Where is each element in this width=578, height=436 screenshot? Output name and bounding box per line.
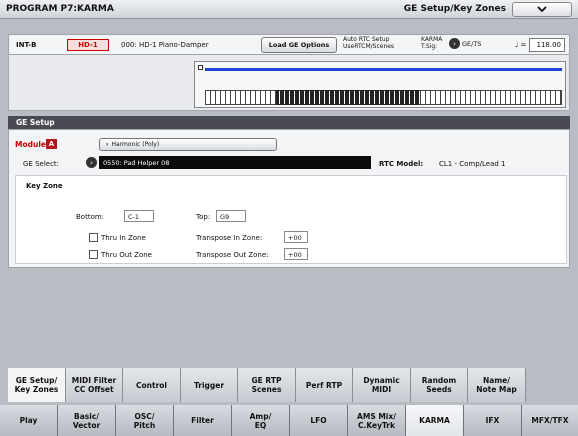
key-range-bar <box>205 68 562 71</box>
program-bar: INT-B HD-1 000: HD-1 Piano-Damper Load G… <box>8 34 570 55</box>
ge-ts-label: GE/TS <box>462 39 482 48</box>
tab-ams-mix-ckeytrk[interactable]: AMS Mix/C.KeyTrk <box>348 405 406 436</box>
bank-label: INT-B <box>16 41 37 49</box>
transpose-in-label: Transpose In Zone: <box>196 234 263 242</box>
tab-karma[interactable]: KARMA <box>406 405 464 436</box>
keyboard-panel <box>194 61 566 108</box>
page-title: GE Setup/Key Zones <box>403 4 506 14</box>
key-zone-display <box>8 55 570 111</box>
ge-select-label: GE Select: <box>23 160 60 168</box>
tab-mfx-tfx[interactable]: MFX/TFX <box>522 405 578 436</box>
top-key-field[interactable]: G9 <box>216 210 246 222</box>
thru-in-zone-checkbox[interactable] <box>89 233 98 242</box>
ge-select-field[interactable]: 0550: Pad Helper 08 <box>99 156 371 169</box>
tab-control[interactable]: Control <box>123 368 181 402</box>
load-ge-options-button[interactable]: Load GE Options <box>261 37 337 53</box>
karma-tsig-label: KARMA T.Sig: <box>421 36 442 50</box>
tsig-label: T.Sig: <box>421 43 438 50</box>
auto-rtc-label-2: UseRTCM/Scenes <box>343 43 395 50</box>
thru-out-zone-label: Thru Out Zone <box>101 251 152 259</box>
auto-rtc-setup-checkbox[interactable]: Auto RTC Setup UseRTCM/Scenes <box>343 36 394 50</box>
lower-tab-bar: Play Basic/Vector OSC/Pitch Filter Amp/E… <box>0 405 578 436</box>
tab-ge-setup-key-zones[interactable]: GE Setup/Key Zones <box>8 368 66 402</box>
transpose-out-label: Transpose Out Zone: <box>196 251 269 259</box>
chevron-right-icon: › <box>106 141 109 148</box>
program-name[interactable]: 000: HD-1 Piano-Damper <box>121 41 209 49</box>
tab-midi-filter-cc-offset[interactable]: MIDI Filter CC Offset <box>66 368 123 402</box>
tab-name-note-map[interactable]: Name/Note Map <box>468 368 526 402</box>
tab-dynamic-midi[interactable]: Dynamic MIDI <box>353 368 411 402</box>
key-zone-box: Key Zone Bottom: C-1 Top: G9 Thru In Zon… <box>15 175 567 264</box>
tab-filter[interactable]: Filter <box>174 405 232 436</box>
module-label: Module <box>15 140 46 149</box>
harmonic-label: Harmonic (Poly) <box>111 141 160 148</box>
range-handle[interactable] <box>198 65 203 70</box>
bottom-key-field[interactable]: C-1 <box>124 210 154 222</box>
ge-setup-header: GE Setup <box>8 116 570 129</box>
thru-out-zone-checkbox[interactable] <box>89 250 98 259</box>
tab-perf-rtp[interactable]: Perf RTP <box>296 368 353 402</box>
key-zone-title: Key Zone <box>26 182 63 190</box>
harmonic-poly-button[interactable]: › Harmonic (Poly) <box>99 138 277 151</box>
tempo-field[interactable]: 118.00 <box>529 38 565 52</box>
tab-lfo[interactable]: LFO <box>290 405 348 436</box>
tab-play[interactable]: Play <box>0 405 58 436</box>
title-bar: PROGRAM P7:KARMA GE Setup/Key Zones <box>0 0 578 19</box>
program-title: PROGRAM P7:KARMA <box>6 4 114 14</box>
upper-tab-bar: GE Setup/Key Zones MIDI Filter CC Offset … <box>8 368 574 402</box>
arrow-right-icon: › <box>449 38 460 49</box>
tab-osc-pitch[interactable]: OSC/Pitch <box>116 405 174 436</box>
page-menu-button[interactable] <box>512 2 572 17</box>
karma-label: KARMA <box>421 36 443 43</box>
tab-ifx[interactable]: IFX <box>464 405 522 436</box>
thru-in-zone-label: Thru In Zone <box>101 234 146 242</box>
tab-trigger[interactable]: Trigger <box>181 368 238 402</box>
rtc-model-label: RTC Model: <box>379 160 424 168</box>
tab-ge-rtp-scenes[interactable]: GE RTP Scenes <box>238 368 296 402</box>
tempo-symbol: ♩ = <box>515 41 527 49</box>
ge-setup-panel: Module A › Harmonic (Poly) GE Select: › … <box>8 129 570 268</box>
transpose-in-field[interactable]: +00 <box>284 231 308 243</box>
keyboard-highlight <box>276 90 419 105</box>
chevron-down-icon <box>537 6 547 13</box>
top-label: Top: <box>196 213 211 221</box>
tab-random-seeds[interactable]: Random Seeds <box>411 368 468 402</box>
tab-basic-vector[interactable]: Basic/Vector <box>58 405 116 436</box>
ge-ts-button[interactable]: › GE/TS <box>449 38 481 49</box>
ge-select-popup-icon[interactable]: › <box>86 157 97 168</box>
auto-rtc-label-1: Auto RTC Setup <box>343 36 390 43</box>
bottom-label: Bottom: <box>76 213 105 221</box>
tab-amp-eq[interactable]: Amp/EQ <box>232 405 290 436</box>
rtc-model-value: CL1 - Comp/Lead 1 <box>439 160 506 168</box>
module-a-badge[interactable]: A <box>46 139 57 149</box>
hd-badge: HD-1 <box>67 39 109 51</box>
transpose-out-field[interactable]: +00 <box>284 248 308 260</box>
